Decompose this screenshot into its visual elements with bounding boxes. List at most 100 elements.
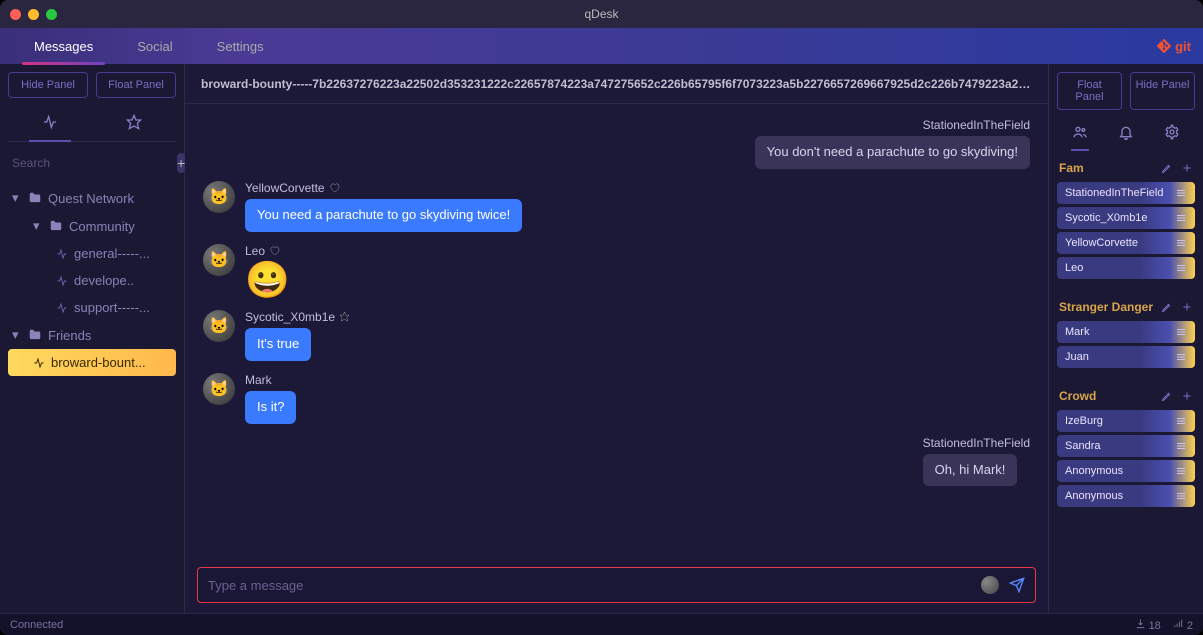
menu-icon[interactable] <box>1175 490 1187 502</box>
message-emoji: 😀 <box>245 262 290 298</box>
send-icon <box>1009 577 1025 593</box>
member-item[interactable]: Anonymous <box>1057 460 1195 482</box>
close-window-button[interactable] <box>10 9 21 20</box>
member-item[interactable]: Juan <box>1057 346 1195 368</box>
friend-broward-bounty[interactable]: broward-bount... <box>8 349 176 376</box>
activity-icon <box>56 248 68 260</box>
member-item[interactable]: Leo <box>1057 257 1195 279</box>
right-hide-panel-button[interactable]: Hide Panel <box>1130 72 1195 110</box>
member-item[interactable]: StationedInTheField <box>1057 182 1195 204</box>
maximize-window-button[interactable] <box>46 9 57 20</box>
message-sender: YellowCorvette <box>245 181 522 195</box>
member-item[interactable]: Mark <box>1057 321 1195 343</box>
message-bubble: It's true <box>245 328 311 361</box>
tab-messages[interactable]: Messages <box>12 29 115 64</box>
member-item[interactable]: YellowCorvette <box>1057 232 1195 254</box>
folder-icon <box>28 191 42 205</box>
message-composer <box>197 567 1036 603</box>
right-panel: Float Panel Hide Panel Fam StationedInTh… <box>1048 64 1203 613</box>
status-network: 18 <box>1135 618 1161 632</box>
message-sender: Leo <box>245 244 290 258</box>
message-item: StationedInTheField You don't need a par… <box>203 118 1030 169</box>
channel-support[interactable]: support-----... <box>8 294 176 321</box>
star-icon <box>339 311 350 322</box>
channel-header: broward-bounty-----7b22637276223a22502d3… <box>185 64 1048 104</box>
menu-icon[interactable] <box>1175 440 1187 452</box>
message-item: 🐱 Mark Is it? <box>203 373 1030 424</box>
group-title: Fam <box>1059 161 1084 175</box>
avatar: 🐱 <box>203 310 235 342</box>
menu-icon[interactable] <box>1175 351 1187 363</box>
channel-id: broward-bounty-----7b22637276223a22502d3… <box>201 77 1032 91</box>
edit-icon[interactable] <box>1161 162 1173 174</box>
tree-folder-friends[interactable]: ▾Friends <box>8 321 176 349</box>
git-badge[interactable]: git <box>1157 39 1191 54</box>
menu-icon[interactable] <box>1175 212 1187 224</box>
group-title: Stranger Danger <box>1059 300 1153 314</box>
member-item[interactable]: Sycotic_X0mb1e <box>1057 207 1195 229</box>
status-connected: Connected <box>10 619 63 631</box>
add-channel-button[interactable]: + <box>177 153 185 173</box>
message-input[interactable] <box>208 578 971 593</box>
right-tab-people[interactable] <box>1057 118 1103 149</box>
menu-icon[interactable] <box>1175 326 1187 338</box>
group-stranger-danger: Stranger Danger Mark Juan <box>1057 296 1195 371</box>
folder-icon <box>28 328 42 342</box>
gear-icon <box>1164 124 1180 140</box>
emoji-picker-button[interactable] <box>981 576 999 594</box>
heart-icon <box>329 182 340 193</box>
hide-panel-button[interactable]: Hide Panel <box>8 72 88 98</box>
message-bubble: Is it? <box>245 391 296 424</box>
plus-icon[interactable] <box>1181 301 1193 313</box>
avatar: 🐱 <box>203 373 235 405</box>
tree-root-quest-network[interactable]: ▾Quest Network <box>8 184 176 212</box>
message-item: StationedInTheField Oh, hi Mark! <box>203 436 1030 487</box>
member-item[interactable]: Sandra <box>1057 435 1195 457</box>
message-list[interactable]: StationedInTheField You don't need a par… <box>185 104 1048 557</box>
left-subtab-favorites[interactable] <box>92 106 176 141</box>
plus-icon[interactable] <box>1181 390 1193 402</box>
menu-icon[interactable] <box>1175 415 1187 427</box>
right-tab-notifications[interactable] <box>1103 118 1149 149</box>
menu-icon[interactable] <box>1175 262 1187 274</box>
menu-icon[interactable] <box>1175 465 1187 477</box>
activity-icon <box>33 357 45 369</box>
channel-general[interactable]: general-----... <box>8 240 176 267</box>
menu-icon[interactable] <box>1175 237 1187 249</box>
edit-icon[interactable] <box>1161 301 1173 313</box>
activity-icon <box>56 275 68 287</box>
chat-area: broward-bounty-----7b22637276223a22502d3… <box>185 64 1048 613</box>
group-title: Crowd <box>1059 389 1096 403</box>
group-fam: Fam StationedInTheField Sycotic_X0mb1e Y… <box>1057 157 1195 282</box>
float-panel-button[interactable]: Float Panel <box>96 72 176 98</box>
folder-icon <box>49 219 63 233</box>
plus-icon[interactable] <box>1181 162 1193 174</box>
left-panel: Hide Panel Float Panel + ▾Quest Network … <box>0 64 185 613</box>
titlebar: qDesk <box>0 0 1203 28</box>
search-input[interactable] <box>8 150 171 176</box>
tab-settings[interactable]: Settings <box>195 29 286 64</box>
edit-icon[interactable] <box>1161 390 1173 402</box>
member-item[interactable]: IzeBurg <box>1057 410 1195 432</box>
message-bubble: You need a parachute to go skydiving twi… <box>245 199 522 232</box>
group-crowd: Crowd IzeBurg Sandra Anonymous Anonymous <box>1057 385 1195 510</box>
window-title: qDesk <box>584 7 618 21</box>
channel-develop[interactable]: develope.. <box>8 267 176 294</box>
channel-tree: ▾Quest Network ▾Community general-----..… <box>8 184 176 605</box>
top-nav: Messages Social Settings git <box>0 28 1203 64</box>
message-bubble: Oh, hi Mark! <box>923 454 1018 487</box>
star-icon <box>126 114 142 130</box>
message-sender: StationedInTheField <box>923 436 1030 450</box>
right-tab-settings[interactable] <box>1149 118 1195 149</box>
member-item[interactable]: Anonymous <box>1057 485 1195 507</box>
heart-icon <box>269 245 280 256</box>
send-button[interactable] <box>1009 577 1025 593</box>
tree-folder-community[interactable]: ▾Community <box>8 212 176 240</box>
minimize-window-button[interactable] <box>28 9 39 20</box>
right-float-panel-button[interactable]: Float Panel <box>1057 72 1122 110</box>
message-bubble: You don't need a parachute to go skydivi… <box>755 136 1030 169</box>
status-bar: Connected 18 2 <box>0 613 1203 635</box>
tab-social[interactable]: Social <box>115 29 194 64</box>
menu-icon[interactable] <box>1175 187 1187 199</box>
left-subtab-activity[interactable] <box>8 106 92 141</box>
